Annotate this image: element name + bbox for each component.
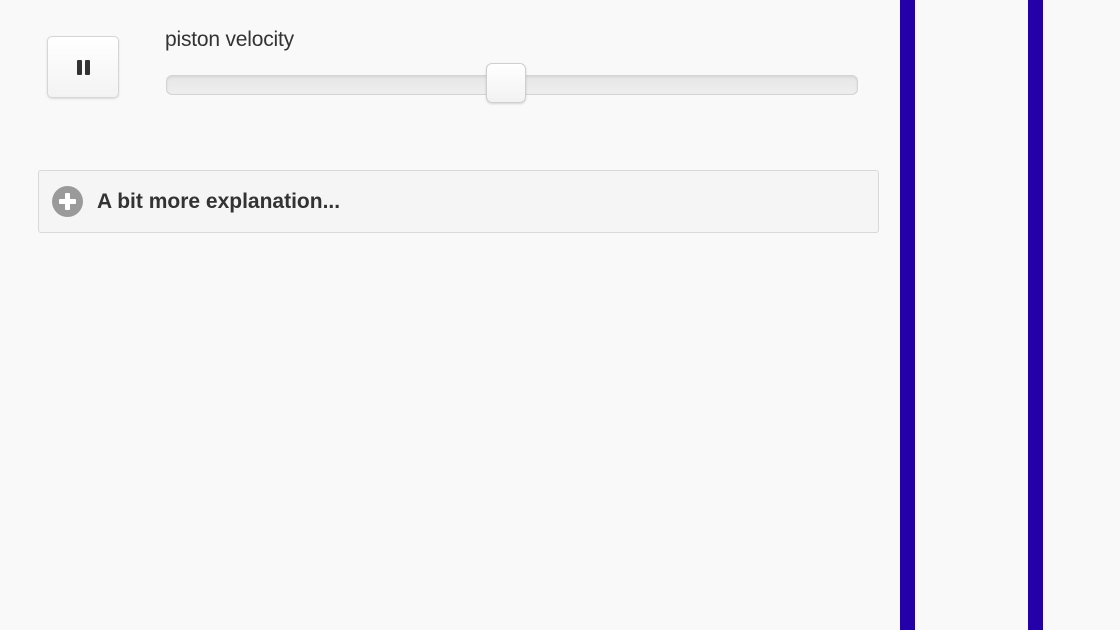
piston-wall-right (1028, 0, 1043, 630)
explanation-toggle[interactable]: A bit more explanation... (38, 170, 879, 233)
simulation-app: piston velocity A bit more explanation..… (0, 0, 1120, 630)
explanation-toggle-label: A bit more explanation... (97, 189, 341, 213)
plus-circle-icon (52, 186, 83, 217)
pause-button[interactable] (47, 36, 119, 98)
piston-velocity-label: piston velocity (165, 28, 294, 51)
piston-velocity-slider-thumb[interactable] (486, 63, 526, 103)
piston-wall-left (900, 0, 915, 630)
pause-icon (76, 59, 90, 75)
